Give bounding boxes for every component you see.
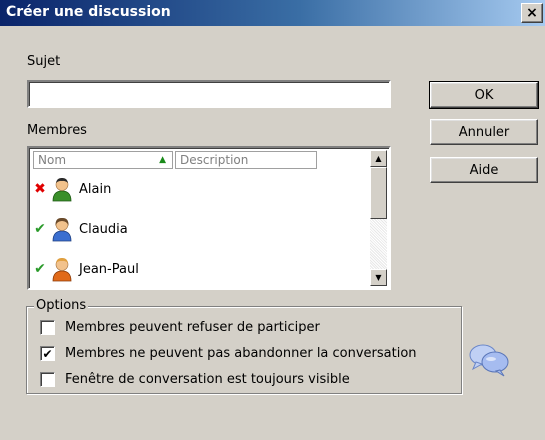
- arrow-up-icon: ▲: [375, 154, 382, 163]
- column-header-description[interactable]: Description: [175, 151, 317, 169]
- chat-bubbles-icon: [469, 344, 509, 377]
- cancel-button[interactable]: Annuler: [430, 119, 538, 145]
- accepted-icon: ✔: [34, 221, 46, 237]
- close-button[interactable]: ×: [521, 3, 543, 23]
- window-title: Créer une discussion: [6, 4, 171, 20]
- member-row[interactable]: ✔ Jean-Paul: [33, 254, 139, 284]
- member-row[interactable]: ✖ Alain: [33, 174, 111, 204]
- always-visible-checkbox[interactable]: [40, 372, 55, 387]
- title-bar: Créer une discussion ×: [0, 0, 545, 26]
- members-list[interactable]: Nom ▲ Description ✖ Alain ✔ Claudia ✔ Je…: [27, 146, 391, 290]
- member-row[interactable]: ✔ Claudia: [33, 214, 128, 244]
- user-avatar-icon: [52, 257, 72, 282]
- option-cannot-leave[interactable]: ✔ Membres ne peuvent pas abandonner la c…: [40, 346, 417, 361]
- option-refuse[interactable]: Membres peuvent refuser de participer: [40, 320, 320, 335]
- member-name: Alain: [79, 181, 112, 197]
- ok-button[interactable]: OK: [429, 81, 539, 109]
- close-icon: ×: [526, 5, 538, 21]
- member-name: Jean-Paul: [79, 261, 139, 277]
- members-label: Membres: [27, 123, 87, 138]
- sort-ascending-icon: ▲: [159, 155, 166, 165]
- option-label: Membres ne peuvent pas abandonner la con…: [65, 346, 417, 361]
- member-name: Claudia: [79, 221, 128, 237]
- subject-input[interactable]: [27, 80, 391, 108]
- scroll-down-button[interactable]: ▼: [370, 269, 387, 286]
- options-legend: Options: [34, 298, 89, 313]
- subject-label: Sujet: [27, 54, 61, 69]
- scroll-up-button[interactable]: ▲: [370, 150, 387, 167]
- accepted-icon: ✔: [34, 261, 46, 277]
- user-avatar-icon: [52, 217, 72, 242]
- cannot-leave-checkbox[interactable]: ✔: [40, 346, 55, 361]
- members-scrollbar[interactable]: ▲ ▼: [370, 150, 387, 286]
- user-avatar-icon: [52, 177, 72, 202]
- option-label: Membres peuvent refuser de participer: [65, 320, 320, 335]
- help-button[interactable]: Aide: [430, 157, 538, 183]
- arrow-down-icon: ▼: [375, 273, 382, 282]
- declined-icon: ✖: [34, 181, 46, 197]
- scroll-thumb[interactable]: [370, 167, 387, 219]
- refuse-checkbox[interactable]: [40, 320, 55, 335]
- column-header-name[interactable]: Nom ▲: [33, 151, 173, 169]
- option-label: Fenêtre de conversation est toujours vis…: [65, 372, 350, 387]
- option-always-visible[interactable]: Fenêtre de conversation est toujours vis…: [40, 372, 350, 387]
